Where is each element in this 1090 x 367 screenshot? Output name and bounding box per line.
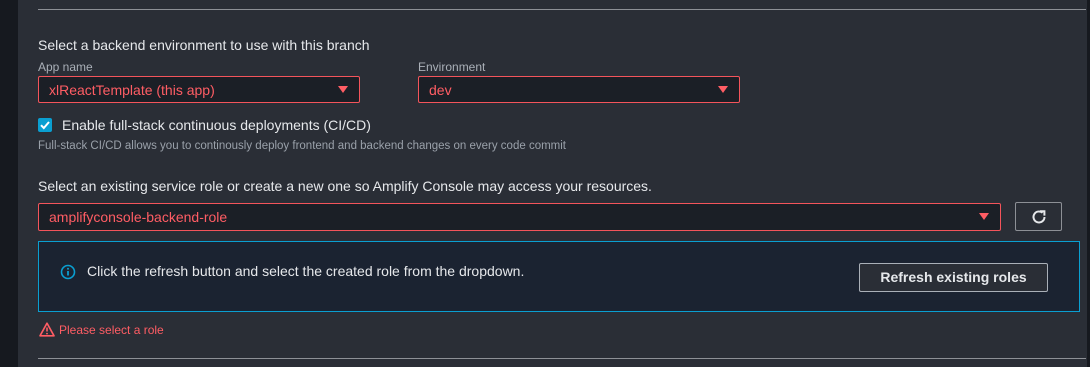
top-divider bbox=[38, 9, 1086, 10]
app-name-select[interactable]: xlReactTemplate (this app) bbox=[38, 76, 360, 103]
app-name-label: App name bbox=[38, 60, 93, 74]
cicd-checkbox-label[interactable]: Enable full-stack continuous deployments… bbox=[62, 117, 371, 133]
service-role-value: amplifyconsole-backend-role bbox=[49, 209, 228, 225]
service-role-select[interactable]: amplifyconsole-backend-role bbox=[38, 203, 1001, 231]
checkmark-icon bbox=[40, 121, 50, 130]
info-alert-text: Click the refresh button and select the … bbox=[87, 263, 525, 279]
environment-value: dev bbox=[429, 82, 452, 98]
refresh-existing-roles-button[interactable]: Refresh existing roles bbox=[859, 263, 1048, 292]
refresh-icon bbox=[1032, 210, 1046, 224]
left-gutter bbox=[0, 0, 18, 367]
warning-icon bbox=[39, 322, 55, 337]
cicd-checkbox[interactable] bbox=[38, 118, 52, 132]
bottom-divider bbox=[38, 358, 1086, 359]
info-alert: Click the refresh button and select the … bbox=[38, 241, 1080, 312]
refresh-roles-icon-button[interactable] bbox=[1015, 202, 1062, 231]
environment-label: Environment bbox=[418, 60, 486, 74]
info-icon bbox=[60, 264, 76, 280]
service-role-label: Select an existing service role or creat… bbox=[38, 178, 652, 194]
backend-section-label: Select a backend environment to use with… bbox=[38, 37, 370, 53]
app-name-value: xlReactTemplate (this app) bbox=[49, 82, 215, 98]
cicd-help-text: Full-stack CI/CD allows you to continous… bbox=[38, 140, 566, 152]
caret-down-icon bbox=[718, 86, 728, 93]
backend-settings-panel: Select a backend environment to use with… bbox=[18, 0, 1090, 367]
caret-down-icon bbox=[338, 86, 348, 93]
environment-select[interactable]: dev bbox=[418, 76, 740, 103]
role-error-text: Please select a role bbox=[59, 323, 164, 337]
caret-down-icon bbox=[979, 213, 989, 220]
